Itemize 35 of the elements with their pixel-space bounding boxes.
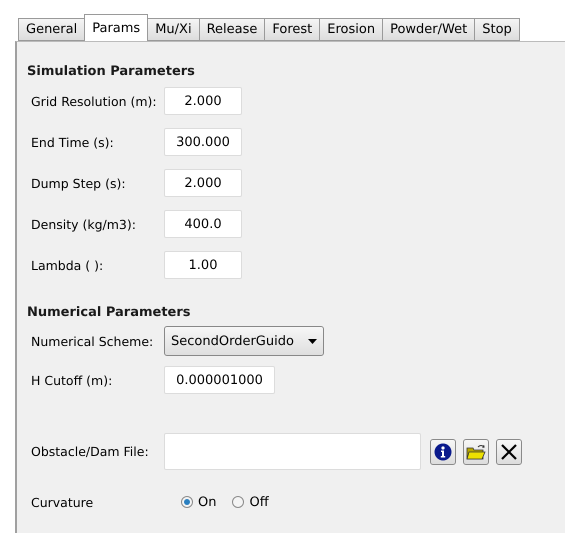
tab[interactable]: Forest — [264, 18, 320, 41]
open-file-button[interactable] — [463, 438, 489, 464]
info-icon — [434, 442, 452, 460]
close-icon — [500, 442, 518, 460]
field-label: Grid Resolution (m): — [31, 94, 158, 108]
tab[interactable]: Release — [198, 18, 266, 41]
clear-button[interactable] — [496, 438, 522, 464]
field-label: Dump Step (s): — [31, 176, 127, 190]
tab[interactable]: General — [18, 18, 86, 41]
radio-option[interactable]: On — [181, 494, 216, 510]
caret-icon — [308, 338, 317, 344]
section-heading: Numerical Parameters — [27, 305, 192, 320]
tab[interactable]: Mu/Xi — [147, 18, 200, 41]
field-label: Obstacle/Dam File: — [31, 444, 150, 459]
field-label: Density (kg/m3): — [31, 216, 137, 232]
input-field[interactable]: 400.0 — [164, 210, 242, 238]
field-label: Curvature — [31, 494, 94, 510]
tab[interactable]: Stop — [474, 18, 520, 41]
input-field[interactable]: 2.000 — [164, 87, 242, 115]
field-label: H Cutoff (m): — [31, 372, 114, 388]
field-label: End Time (s): — [31, 134, 115, 150]
tab[interactable]: Erosion — [319, 18, 384, 41]
input-field[interactable]: 2.000 — [164, 169, 242, 197]
input-field[interactable]: 1.00 — [164, 251, 242, 279]
input-field[interactable]: 300.000 — [164, 128, 242, 156]
field-label: Lambda ( ): — [31, 258, 104, 272]
input-field[interactable] — [164, 433, 421, 470]
scheme-dropdown[interactable]: SecondOrderGuido — [164, 326, 324, 356]
field-label: Numerical Scheme: — [31, 334, 154, 348]
input-field[interactable]: 0.000001000 — [164, 366, 275, 394]
section-heading: Simulation Parameters — [27, 64, 196, 79]
tab[interactable]: Powder/Wet — [382, 18, 476, 41]
radio-option[interactable]: Off — [232, 494, 269, 510]
folder-icon — [466, 442, 486, 460]
info-button[interactable] — [430, 438, 456, 464]
